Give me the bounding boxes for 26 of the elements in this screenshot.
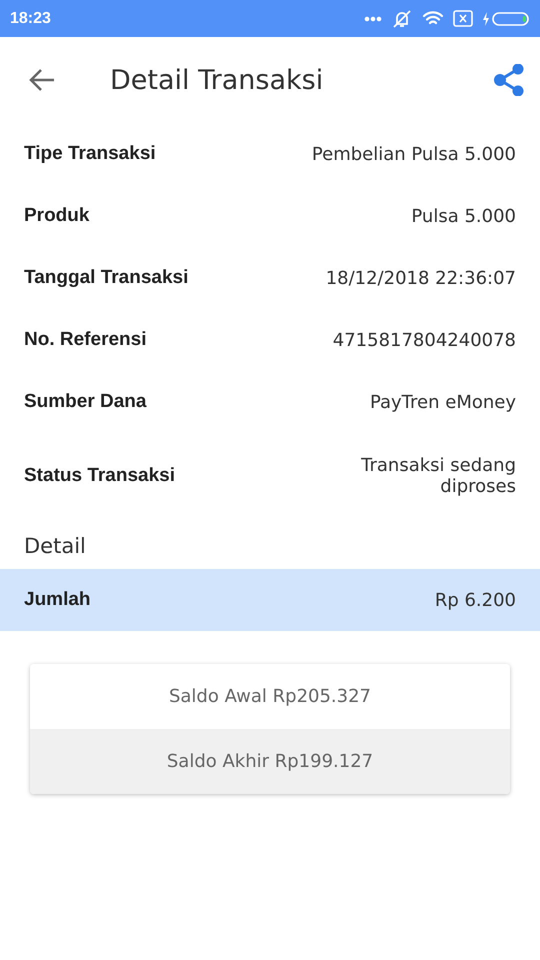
field-label: No. Referensi: [24, 329, 146, 351]
sim-card-x-icon: [453, 10, 473, 27]
field-label: Jumlah: [24, 589, 91, 611]
section-title: Detail: [23, 533, 87, 560]
wifi-icon: [422, 10, 444, 27]
field-label: Produk: [24, 205, 90, 227]
field-label: Tanggal Transaksi: [24, 267, 188, 289]
field-value: 4715817804240078: [332, 330, 516, 350]
field-label: Status Transaksi: [24, 465, 176, 487]
field-value: Pulsa 5.000: [411, 206, 516, 226]
field-value: PayTren eMoney: [370, 392, 516, 412]
field-value: Rp 6.200: [434, 590, 516, 610]
status-time: 18:23: [10, 10, 52, 28]
share-icon: [494, 64, 524, 96]
field-label: Tipe Transaksi: [24, 143, 156, 165]
back-arrow-icon: [28, 68, 56, 92]
share-button[interactable]: [494, 64, 524, 96]
field-value: Pembelian Pulsa 5.000: [312, 144, 516, 164]
more-dots-icon: [364, 16, 382, 22]
muted-bell-icon: [391, 8, 413, 28]
back-button[interactable]: [28, 68, 56, 92]
battery-charging-icon: [482, 10, 530, 26]
field-label: Sumber Dana: [24, 391, 146, 413]
field-value: Transaksi sedang diproses: [360, 455, 516, 497]
field-value: 18/12/2018 22:36:07: [326, 268, 516, 288]
page-title: Detail Transaksi: [110, 64, 324, 96]
